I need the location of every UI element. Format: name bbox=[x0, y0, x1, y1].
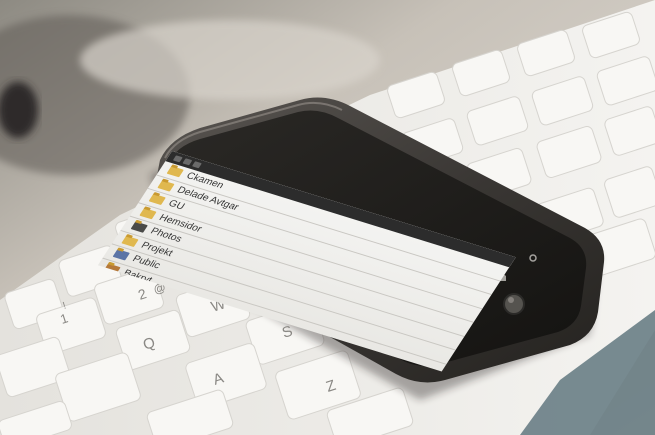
photo-folder-icon bbox=[130, 221, 148, 234]
folder-icon bbox=[166, 166, 184, 178]
file-label: GU bbox=[166, 198, 187, 213]
folder-icon bbox=[157, 180, 175, 192]
trackball-icon bbox=[503, 293, 525, 315]
folder-icon bbox=[139, 207, 157, 220]
photo-scene: 1 ! 2 @ 3 Q W A S Z Ckamen Delade Avtgar… bbox=[0, 0, 655, 435]
folder-icon bbox=[121, 235, 139, 247]
public-folder-icon bbox=[112, 249, 130, 261]
folder-icon bbox=[148, 193, 166, 206]
background-highlight bbox=[80, 20, 380, 100]
